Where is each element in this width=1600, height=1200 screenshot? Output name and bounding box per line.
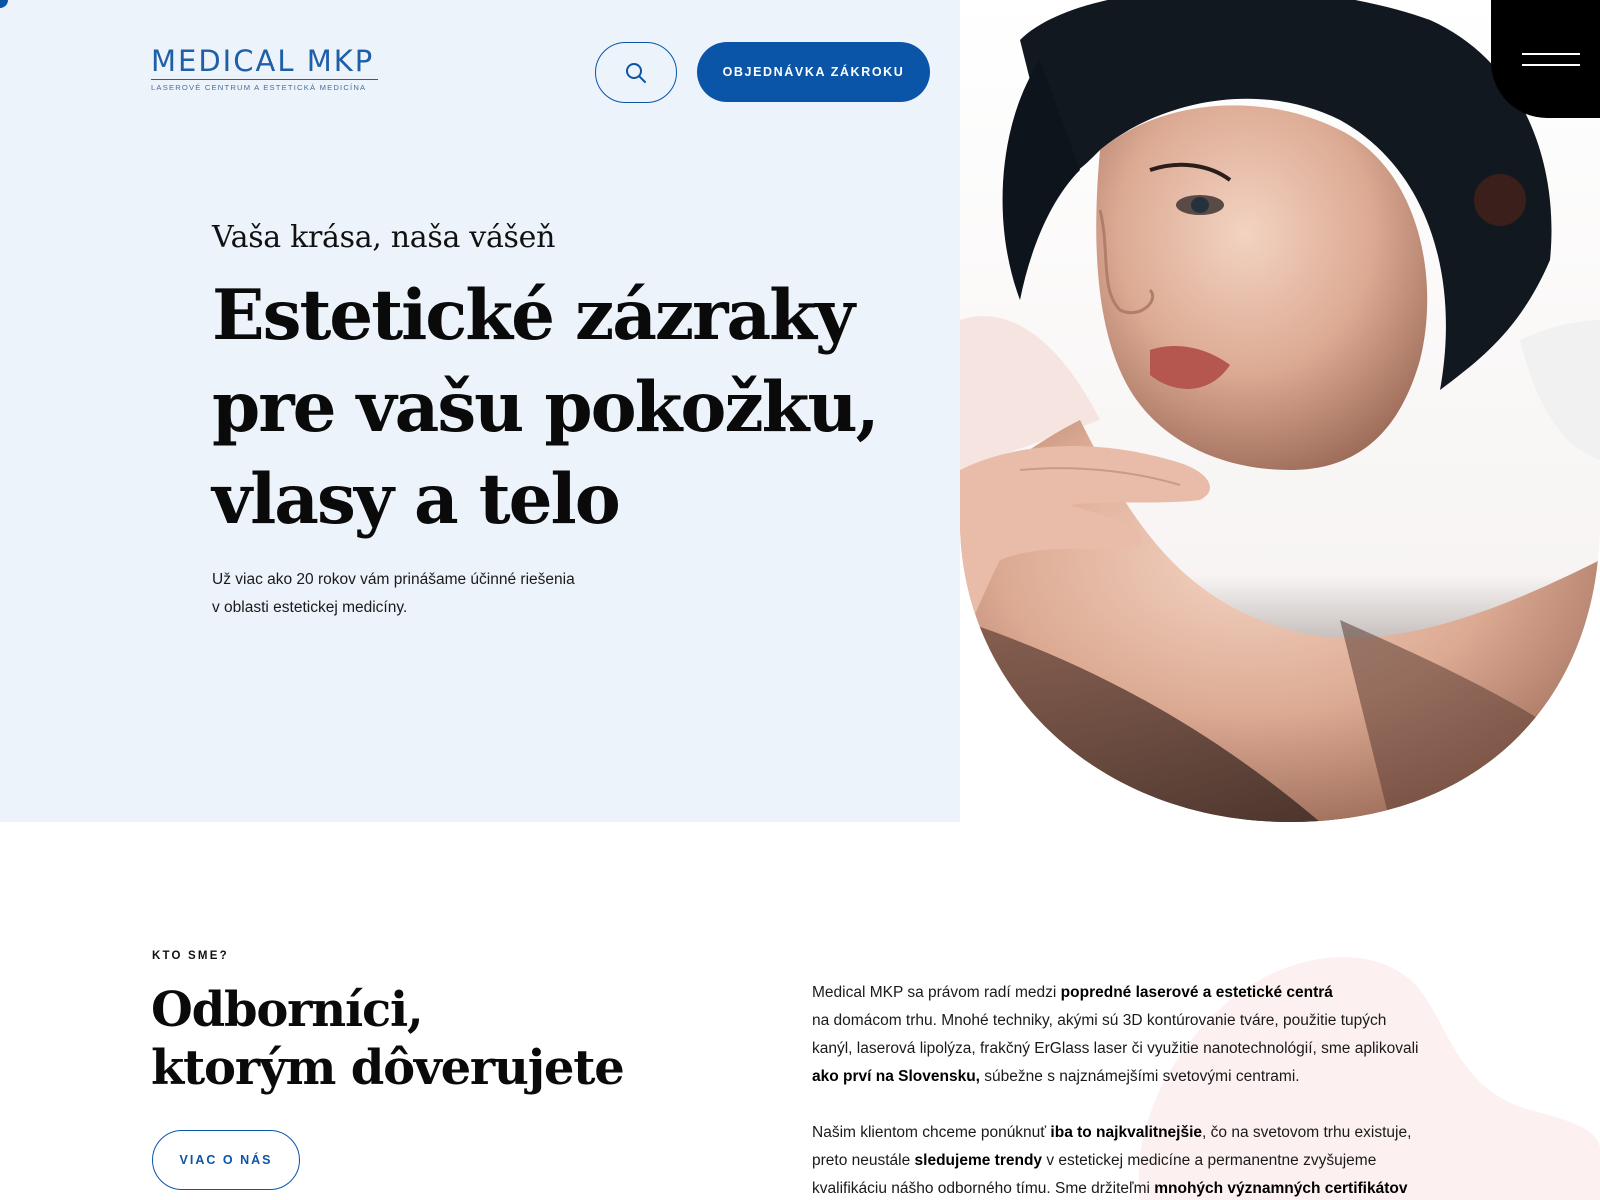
hero-title-line: vlasy a telo — [212, 459, 621, 540]
paragraph-line: Našim klientom chceme ponúknuť iba to na… — [812, 1119, 1442, 1147]
text-run: kvalifikáciu nášho odborného tímu. Sme d… — [812, 1180, 1155, 1197]
hero-photo — [960, 0, 1600, 822]
text-run: v estetickej medicíne a permanentne zvyš… — [1042, 1152, 1377, 1169]
hero-title-line: pre vašu pokožku, — [212, 367, 880, 448]
order-procedure-button[interactable]: OBJEDNÁVKA ZÁKROKU — [697, 42, 930, 102]
text-run: na domácom trhu. Mnohé techniky, akými s… — [812, 1012, 1387, 1029]
logo-title: MEDICAL MKP — [151, 44, 375, 78]
about-text: Medical MKP sa právom radí medzi popredn… — [812, 979, 1442, 1200]
paragraph-line: kvalifikáciu nášho odborného tímu. Sme d… — [812, 1175, 1442, 1200]
hero-title: Estetické zázraky pre vašu pokožku, vlas… — [212, 270, 880, 546]
menu-button[interactable] — [1491, 0, 1600, 118]
paragraph-line: Medical MKP sa právom radí medzi popredn… — [812, 979, 1442, 1007]
about-paragraph-2: Našim klientom chceme ponúknuť iba to na… — [812, 1119, 1442, 1200]
hero-description-line: v oblasti estetickej medicíny. — [212, 599, 408, 616]
text-run: kanýl, laserová lipolýza, frakčný ErGlas… — [812, 1040, 1419, 1057]
text-run: preto neustále — [812, 1152, 915, 1169]
bold-text: ako prví na Slovensku, — [812, 1068, 980, 1085]
about-title-line: Odborníci, — [151, 982, 424, 1038]
about-paragraph-1: Medical MKP sa právom radí medzi popredn… — [812, 979, 1442, 1091]
search-icon — [626, 62, 646, 83]
bold-text: popredné laserové a estetické centrá — [1060, 984, 1333, 1001]
hamburger-menu-icon — [1521, 52, 1580, 55]
site-logo[interactable]: MEDICAL MKP LASEROVÉ CENTRUM A ESTETICKÁ… — [151, 47, 381, 92]
text-run: Našim klientom chceme ponúknuť — [812, 1124, 1051, 1141]
paragraph-line: preto neustále sledujeme trendy v esteti… — [812, 1147, 1442, 1175]
bold-text: sledujeme trendy — [914, 1152, 1043, 1169]
about-title-line: ktorým dôverujete — [151, 1040, 625, 1096]
hero-description: Už viac ako 20 rokov vám prinášame účinn… — [212, 566, 612, 622]
text-run: súbežne s najznámejšími svetovými centra… — [979, 1068, 1300, 1085]
about-title: Odborníci, ktorým dôverujete — [151, 981, 625, 1097]
logo-divider — [151, 79, 378, 80]
logo-subtitle: LASEROVÉ CENTRUM A ESTETICKÁ MEDICÍNA — [151, 83, 367, 92]
hamburger-menu-icon-line — [1521, 63, 1580, 66]
paragraph-line: na domácom trhu. Mnohé techniky, akými s… — [812, 1007, 1442, 1035]
paragraph-line: kanýl, laserová lipolýza, frakčný ErGlas… — [812, 1035, 1442, 1063]
about-eyebrow: KTO SME? — [152, 950, 229, 962]
search-button[interactable] — [595, 42, 677, 103]
hero-description-line: Už viac ako 20 rokov vám prinášame účinn… — [212, 571, 575, 588]
hero-tagline: Vaša krása, naša vášeň — [212, 220, 556, 255]
bold-text: iba to najkvalitnejšie — [1050, 1124, 1203, 1141]
text-run: , čo na svetovom trhu existuje, — [1202, 1124, 1412, 1141]
paragraph-line: ako prví na Slovensku, súbežne s najznám… — [812, 1063, 1442, 1091]
hero-title-line: Estetické zázraky — [212, 275, 855, 356]
bold-text: mnohých významných certifikátov — [1154, 1180, 1408, 1197]
text-run: Medical MKP sa právom radí medzi — [812, 984, 1061, 1001]
about-us-button[interactable]: VIAC O NÁS — [152, 1130, 300, 1190]
